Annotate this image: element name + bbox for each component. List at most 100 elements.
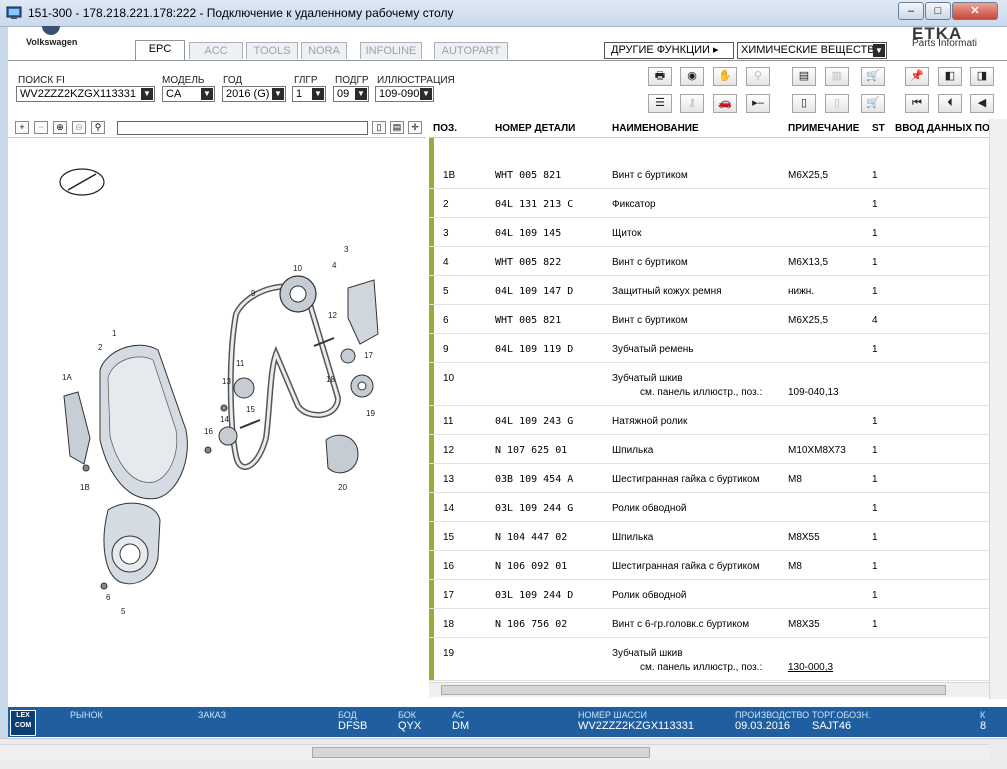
key-button[interactable]: ⚷ [680,94,704,113]
resize-icon[interactable]: ✛ [408,121,422,134]
main-group-select[interactable]: 1 ▼ [292,86,326,102]
table-row[interactable]: 17 03L 109 244 D Ролик обводной 1 [429,580,989,609]
row-st: 1 [872,416,878,427]
pin-button[interactable]: 📌 [905,67,929,86]
model-label: МОДЕЛЬ [162,75,205,86]
chassis-value: WV2ZZZ2KZGX113331 [578,720,694,732]
table-row[interactable]: 19 Зубчатый шкив см. панель иллюстр., поз.… [429,638,989,681]
table-row[interactable]: 11 04L 109 243 G Натяжной ролик 1 [429,406,989,435]
car-button[interactable]: 🚗 [713,94,737,113]
zoom-out-icon[interactable]: − [34,121,48,134]
brand-label: Volkswagen [26,37,78,47]
table-row[interactable]: 18 N 106 756 02 Винт с 6-гр.головк.с бурти… [429,609,989,638]
col-name-header[interactable]: НАИМЕНОВАНИЕ [612,123,699,134]
row-part-number: 03L 109 244 D [495,590,574,601]
doc2-button[interactable]: ▯ [825,94,849,113]
table-row[interactable]: 16 N 106 092 01 Шестигранная гайка с бурти… [429,551,989,580]
table-row[interactable]: 4 WHT 005 822 Винт с буртиком M6X13,5 1 [429,247,989,276]
back-button[interactable]: ◀ [970,94,994,113]
row-name: Защитный кожух ремня [612,286,722,297]
next-page-button[interactable]: ◨ [970,67,994,86]
cart-button[interactable]: 🛒 [861,94,885,113]
tab-acc[interactable]: ACC [189,42,243,59]
search-fi-field[interactable]: WV2ZZZ2KZGX113331 ▼ [16,86,155,102]
table-row[interactable]: 10 Зубчатый шкив см. панель иллюстр., поз.… [429,363,989,406]
table-row[interactable]: 12 N 107 625 01 Шпилька M10XM8X73 1 [429,435,989,464]
prev-button[interactable]: ⏴ [938,94,962,113]
illustration-search-input[interactable] [117,121,368,135]
prev-page-button[interactable]: ◧ [938,67,962,86]
model-select[interactable]: CA ▼ [162,86,215,102]
table-row[interactable]: 15 N 104 447 02 Шпилька M8X55 1 [429,522,989,551]
minus-button[interactable]: ▸– [746,94,770,113]
svg-text:10: 10 [293,264,302,273]
search-doc-icon: ⚲ [753,70,763,82]
chevron-down-icon: ▼ [272,88,284,100]
row-illustration-link[interactable]: 130-000,3 [788,662,833,673]
horizontal-scrollbar[interactable] [429,682,989,697]
row-illustration-link[interactable]: 109-040,13 [788,387,839,398]
row-name: Зубчатый шкив [612,648,683,659]
window-scroll-thumb[interactable] [312,747,650,758]
print-button[interactable]: 🖶 [648,67,672,86]
list-button[interactable]: ☰ [648,94,672,113]
svg-text:3: 3 [344,245,349,254]
subgroup-value: 09 [337,88,350,100]
doc-button[interactable]: ▯ [792,94,816,113]
crash-button[interactable]: ▥ [825,67,849,86]
row-name: Шпилька [612,445,654,456]
minimize-button[interactable]: – [898,2,924,20]
table-row[interactable]: 14 03L 109 244 G Ролик обводной 1 [429,493,989,522]
scroll-thumb[interactable] [441,685,946,695]
table-row[interactable]: 9 04L 109 119 D Зубчатый ремень 1 [429,334,989,363]
col-note-header[interactable]: ПРИМЕЧАНИЕ [788,123,859,134]
row-pos: 4 [443,257,449,268]
row-pos: 17 [443,590,455,601]
tab-epc[interactable]: EPC [135,40,185,60]
other-functions-button[interactable]: ДРУГИЕ ФУНКЦИИ ▸ [604,42,734,59]
zoom-fit-icon[interactable]: ⊕ [53,121,67,134]
chemicals-dropdown[interactable]: ХИМИЧЕСКИЕ ВЕЩЕСТВА ▼ [737,42,887,59]
svg-text:11: 11 [236,359,245,368]
year-select[interactable]: 2016 (G) ▼ [222,86,286,102]
handshake-button[interactable]: ✋ [713,67,737,86]
bok-label: БОК [398,710,417,720]
parts-illustration[interactable]: 1 1A 1B 2 3 4 5 6 9 10 11 12 13 14 15 16… [8,138,426,698]
col-pos-header[interactable]: ПОЗ. [433,123,457,134]
table-view-icon[interactable]: ▤ [390,121,404,134]
search-doc-button[interactable]: ⚲ [746,67,770,86]
zoom-in-icon[interactable]: + [15,121,29,134]
row-pos: 15 [443,532,455,543]
row-name: Шестигранная гайка с буртиком [612,474,760,485]
col-st-header[interactable]: ST [872,123,885,134]
window-horizontal-scrollbar[interactable] [0,744,989,760]
subgroup-label: ПОДГР [335,75,369,86]
maximize-button[interactable]: □ [925,2,951,20]
row-pos: 6 [443,315,449,326]
tab-nora[interactable]: NORA [301,42,347,59]
magnifier-icon[interactable]: ⚲ [91,121,105,134]
cart-add-button[interactable]: 🛒 [861,67,885,86]
row-pos: 1B [443,170,456,181]
subgroup-select[interactable]: 09 ▼ [333,86,369,102]
first-button[interactable]: ⏮ [905,94,929,113]
tab-infoline[interactable]: INFOLINE [360,42,422,59]
table-row[interactable]: 6 WHT 005 821 Винт с буртиком M6X25,5 4 [429,305,989,334]
vertical-scrollbar[interactable] [989,119,1007,699]
camera-button[interactable]: ◉ [680,67,704,86]
table-row[interactable]: 13 03B 109 454 A Шестигранная гайка с бурт… [429,464,989,493]
table-row[interactable]: 1B WHT 005 821 Винт с буртиком M6X25,5 1 [429,160,989,189]
table-row[interactable]: 5 04L 109 147 D Защитный кожух ремня нижн. 1 [429,276,989,305]
zoom-reset-icon[interactable]: ⊖ [72,121,86,134]
split-view-icon[interactable]: ▯ [372,121,386,134]
table-row[interactable]: 2 04L 131 213 C Фиксатор 1 [429,189,989,218]
tab-tools[interactable]: TOOLS [246,42,298,59]
table-row[interactable]: 3 04L 109 145 Щиток 1 [429,218,989,247]
tab-autopart[interactable]: AUTOPART [434,42,508,59]
col-input-header[interactable]: ВВОД ДАННЫХ ПО [895,123,990,134]
col-num-header[interactable]: НОМЕР ДЕТАЛИ [495,123,575,134]
row-pos: 18 [443,619,455,630]
close-button[interactable]: ✕ [952,2,998,20]
illustration-select[interactable]: 109-090 ▼ [375,86,434,102]
elsa-button[interactable]: ▤ [792,67,816,86]
